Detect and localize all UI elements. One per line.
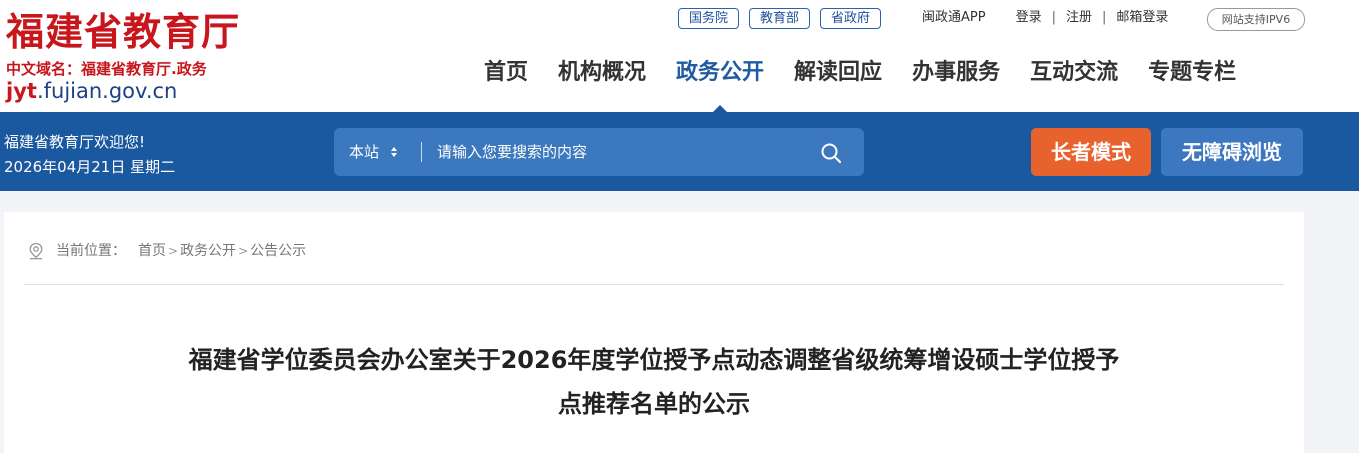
site-url-prefix: jyt bbox=[6, 79, 37, 103]
register-link[interactable]: 注册 bbox=[1066, 10, 1092, 26]
breadcrumb: 当前位置： 首页 > 政务公开 > 公告公示 bbox=[28, 242, 306, 260]
nav-item-special-topics[interactable]: 专题专栏 bbox=[1148, 58, 1236, 88]
link-separator: | bbox=[1051, 10, 1056, 25]
article-title: 福建省学位委员会办公室关于2026年度学位授予点动态调整省级统筹增设硕士学位授予… bbox=[104, 338, 1204, 426]
ipv6-badge: 网站支持IPV6 bbox=[1207, 8, 1305, 31]
content-panel: 当前位置： 首页 > 政务公开 > 公告公示 福建省学位委员会办公室关于2026… bbox=[4, 212, 1304, 453]
site-logo-title[interactable]: 福建省教育厅 bbox=[6, 10, 240, 54]
breadcrumb-announcements[interactable]: 公告公示 bbox=[250, 242, 306, 260]
nav-item-interaction[interactable]: 互动交流 bbox=[1030, 58, 1118, 88]
gov-link-ministry-of-education[interactable]: 教育部 bbox=[749, 8, 811, 29]
top-links: 闽政通APP 登录 | 注册 | 邮箱登录 bbox=[922, 10, 1168, 26]
site-url-rest: .fujian.gov.cn bbox=[36, 79, 178, 103]
article-title-line-1: 福建省学位委员会办公室关于2026年度学位授予点动态调整省级统筹增设硕士学位授予 bbox=[188, 346, 1120, 374]
breadcrumb-separator: > bbox=[168, 244, 179, 258]
nav-item-gov-affairs-label: 政务公开 bbox=[676, 60, 765, 85]
active-nav-indicator bbox=[713, 105, 728, 112]
article-title-line-2: 点推荐名单的公示 bbox=[558, 390, 750, 418]
app-link[interactable]: 闽政通APP bbox=[922, 10, 986, 26]
nav-item-organization[interactable]: 机构概况 bbox=[558, 58, 646, 88]
gov-link-provincial-government[interactable]: 省政府 bbox=[820, 8, 882, 29]
breadcrumb-gov-affairs[interactable]: 政务公开 bbox=[180, 242, 236, 260]
search-scope-select[interactable]: 本站 bbox=[349, 142, 398, 162]
nav-item-gov-affairs[interactable]: 政务公开 bbox=[676, 58, 765, 112]
select-arrows-icon bbox=[391, 147, 398, 157]
breadcrumb-separator: > bbox=[238, 244, 249, 258]
breadcrumb-home[interactable]: 首页 bbox=[138, 242, 166, 260]
site-url: jyt.fujian.gov.cn bbox=[6, 79, 177, 103]
breadcrumb-divider bbox=[24, 284, 1284, 285]
location-pin-icon bbox=[29, 242, 43, 260]
breadcrumb-label: 当前位置： bbox=[56, 243, 126, 259]
gov-links: 国务院 教育部 省政府 bbox=[678, 8, 882, 29]
banner-bar: 福建省教育厅欢迎您! 2026年04月21日 星期二 本站 长者模式 无障碍浏览 bbox=[0, 112, 1359, 191]
search-bar: 本站 bbox=[334, 128, 864, 176]
current-date: 2026年04月21日 星期二 bbox=[4, 158, 176, 176]
elder-mode-button[interactable]: 长者模式 bbox=[1031, 128, 1151, 176]
site-domain-label: 中文域名：福建省教育厅.政务 bbox=[6, 60, 207, 78]
search-icon[interactable] bbox=[820, 142, 842, 164]
welcome-text: 福建省教育厅欢迎您! bbox=[4, 133, 146, 151]
link-separator: | bbox=[1102, 10, 1107, 25]
search-scope-label: 本站 bbox=[349, 143, 380, 161]
nav-item-home[interactable]: 首页 bbox=[484, 58, 528, 88]
login-link[interactable]: 登录 bbox=[1016, 10, 1042, 26]
nav-item-services[interactable]: 办事服务 bbox=[912, 58, 1000, 88]
search-input[interactable] bbox=[437, 141, 797, 163]
accessible-browse-button[interactable]: 无障碍浏览 bbox=[1161, 128, 1303, 176]
mail-login-link[interactable]: 邮箱登录 bbox=[1116, 10, 1168, 26]
main-nav: 首页 机构概况 政务公开 解读回应 办事服务 互动交流 专题专栏 bbox=[484, 58, 1236, 112]
nav-item-interpretation[interactable]: 解读回应 bbox=[794, 58, 882, 88]
search-divider bbox=[421, 142, 422, 162]
site-header: 福建省教育厅 中文域名：福建省教育厅.政务 jyt.fujian.gov.cn … bbox=[0, 0, 1359, 112]
gov-link-state-council[interactable]: 国务院 bbox=[678, 8, 740, 29]
